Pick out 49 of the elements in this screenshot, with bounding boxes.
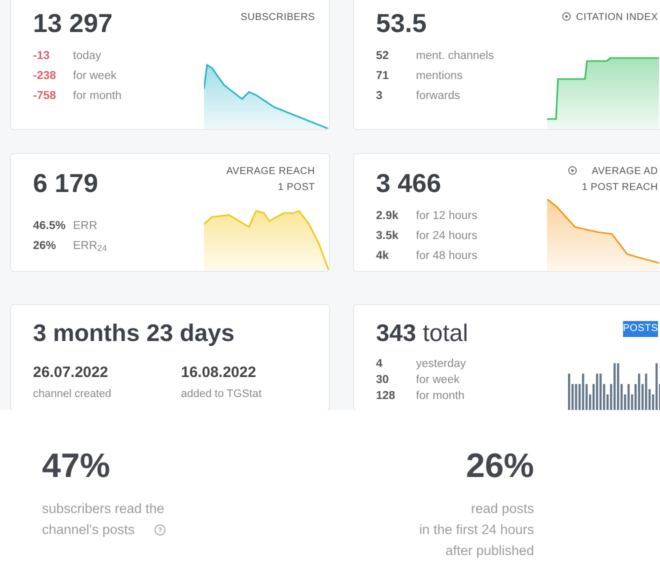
- summary-value: 26%: [466, 446, 534, 486]
- stat-value: 4: [376, 357, 384, 372]
- stat-value: 3: [376, 89, 384, 104]
- date-caption: channel created: [33, 387, 112, 402]
- card-value: 13 297: [33, 8, 113, 38]
- stat-value: 2.9k: [376, 209, 400, 224]
- summary-value: 47%: [42, 446, 110, 486]
- stat-value: 26%: [33, 239, 58, 254]
- stat-label: for month: [73, 89, 122, 104]
- card-label: CITATION INDEX: [576, 11, 658, 25]
- card-value: 3 466: [376, 168, 442, 198]
- stat-value: 4k: [376, 249, 390, 264]
- card-value: 3 months 23 days: [33, 319, 234, 349]
- stat-value: 52: [376, 49, 390, 64]
- date-value: 16.08.2022: [181, 363, 258, 383]
- stat-label: ment. channels: [416, 49, 494, 64]
- date-caption: added to TGStat: [181, 387, 263, 402]
- stat-value: 46.5%: [33, 219, 67, 234]
- stat-label: ERR$_{24}$: [73, 239, 107, 255]
- stat-label: yesterday: [416, 357, 466, 372]
- card-value: 343 total: [376, 319, 468, 349]
- stat-value: -13: [33, 49, 51, 64]
- date-value: 26.07.2022: [33, 363, 110, 383]
- stat-label: for 48 hours: [416, 249, 478, 264]
- stat-label: for 12 hours: [416, 209, 478, 224]
- stat-label: for week: [73, 69, 116, 84]
- stat-value: -758: [33, 89, 58, 104]
- summary-caption: subscribers read the channel's posts: [42, 500, 164, 539]
- card-value: 6 179: [33, 168, 98, 198]
- card-label: AVERAGE AD 1 POST REACH: [582, 165, 658, 195]
- card-label: POSTS: [622, 321, 658, 337]
- info-icon: [562, 12, 571, 21]
- stat-label: for week: [416, 373, 460, 388]
- stat-value: -238: [33, 69, 58, 84]
- stat-value: 30: [376, 373, 390, 388]
- stat-label: forwards: [416, 89, 460, 104]
- info-icon: [568, 166, 577, 175]
- stat-label: mentions: [416, 69, 463, 84]
- card-label: SUBSCRIBERS: [240, 11, 315, 25]
- card-label: AVERAGE REACH 1 POST: [226, 165, 315, 195]
- stat-label: for month: [416, 389, 465, 404]
- card-value: 53.5: [376, 8, 427, 38]
- stat-value: 71: [376, 69, 390, 84]
- stat-value: 128: [376, 389, 396, 404]
- stat-label: today: [73, 49, 102, 64]
- summary-caption: read posts in the first 24 hours after published: [419, 500, 534, 560]
- stat-value: 3.5k: [376, 229, 400, 244]
- stat-label: for 24 hours: [416, 229, 478, 244]
- stat-label: ERR: [73, 219, 98, 234]
